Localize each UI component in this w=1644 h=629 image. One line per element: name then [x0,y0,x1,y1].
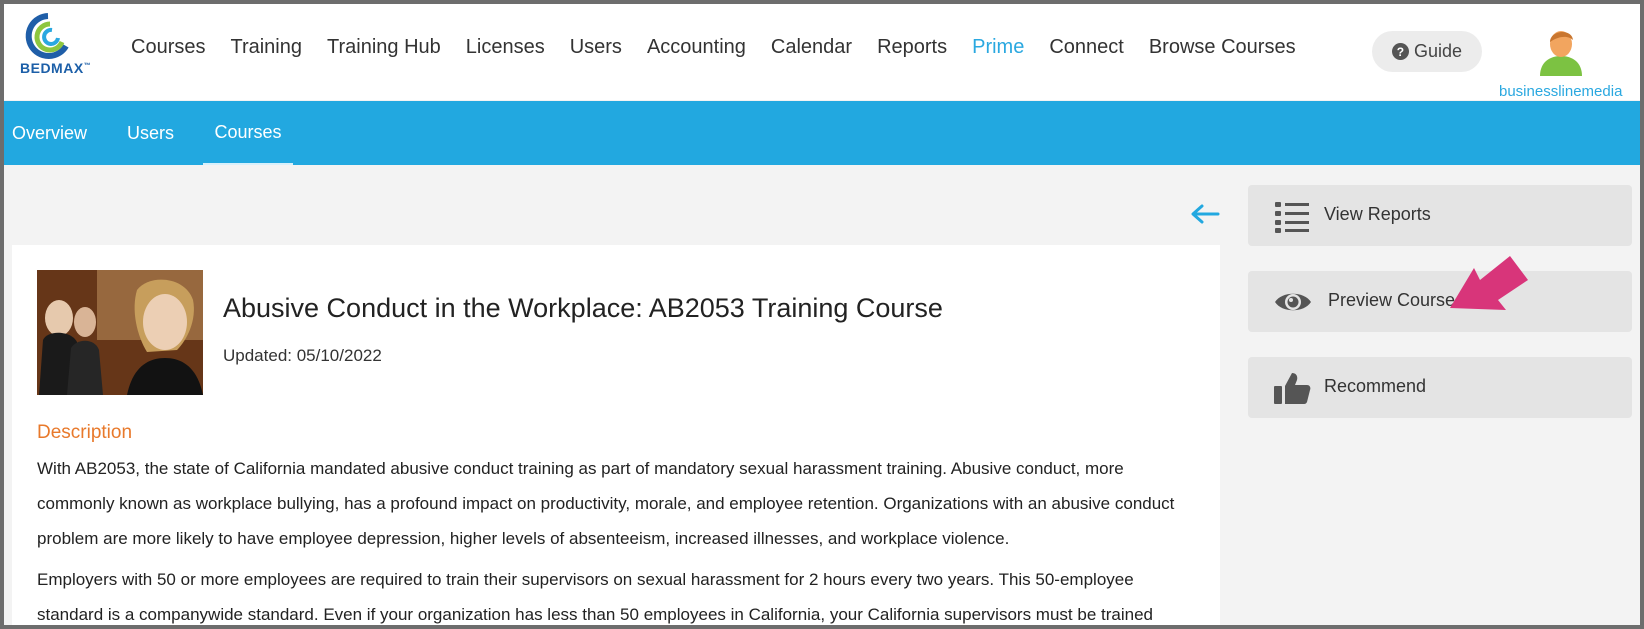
course-title: Abusive Conduct in the Workplace: AB2053… [223,293,943,323]
course-updated-date: Updated: 05/10/2022 [223,346,382,365]
description-paragraph: With AB2053, the state of California man… [37,459,1175,548]
view-reports-label: View Reports [1324,204,1431,224]
tab-courses[interactable]: Courses [203,101,293,165]
back-arrow-icon[interactable] [1190,203,1220,225]
course-card: Abusive Conduct in the Workplace: AB2053… [12,245,1220,629]
username-link[interactable]: businesslinemedia [1499,83,1622,100]
nav-connect[interactable]: Connect [1049,36,1124,59]
eye-icon [1275,293,1311,311]
annotation-arrow-icon [1450,256,1528,310]
logo-swirl-icon [25,13,69,59]
help-icon: ? [1391,43,1409,60]
logo-text: BEDMAX™ [20,60,92,76]
view-reports-button[interactable]: View Reports [1248,185,1632,246]
guide-button[interactable]: ? Guide [1372,31,1482,72]
recommend-label: Recommend [1324,376,1427,396]
sub-nav: Overview Users Courses [0,101,1644,165]
tab-users-label: Users [127,122,175,143]
tab-users[interactable]: Users [127,101,174,165]
description-paragraph: Employers with 50 or more employees are … [37,570,1153,624]
nav-reports[interactable]: Reports [877,36,947,59]
tab-overview[interactable]: Overview [12,101,97,165]
preview-course-label: Preview Course [1328,290,1456,310]
bedmax-logo[interactable]: BEDMAX™ [18,10,98,80]
thumbs-up-icon [1274,373,1311,404]
tab-courses-label: Courses [214,121,282,142]
nav-browse-courses[interactable]: Browse Courses [1149,36,1296,59]
guide-label: Guide [1413,41,1463,61]
preview-course-button[interactable]: Preview Course [1248,271,1632,332]
description-heading: Description [37,422,133,443]
nav-prime[interactable]: Prime [972,36,1024,59]
main-nav: Courses Training Training Hub Licenses U… [131,36,1321,59]
nav-training[interactable]: Training [230,36,302,59]
nav-courses[interactable]: Courses [131,36,205,59]
list-icon [1275,202,1309,233]
nav-accounting[interactable]: Accounting [647,36,746,59]
nav-calendar[interactable]: Calendar [771,36,852,59]
user-avatar-icon[interactable] [1536,26,1586,76]
nav-licenses[interactable]: Licenses [466,36,545,59]
recommend-button[interactable]: Recommend [1248,357,1632,418]
course-thumbnail [37,270,203,395]
top-header: BEDMAX™ Courses Training Training Hub Li… [0,0,1644,100]
tab-overview-label: Overview [12,122,88,143]
nav-training-hub[interactable]: Training Hub [327,36,441,59]
nav-users[interactable]: Users [570,36,622,59]
